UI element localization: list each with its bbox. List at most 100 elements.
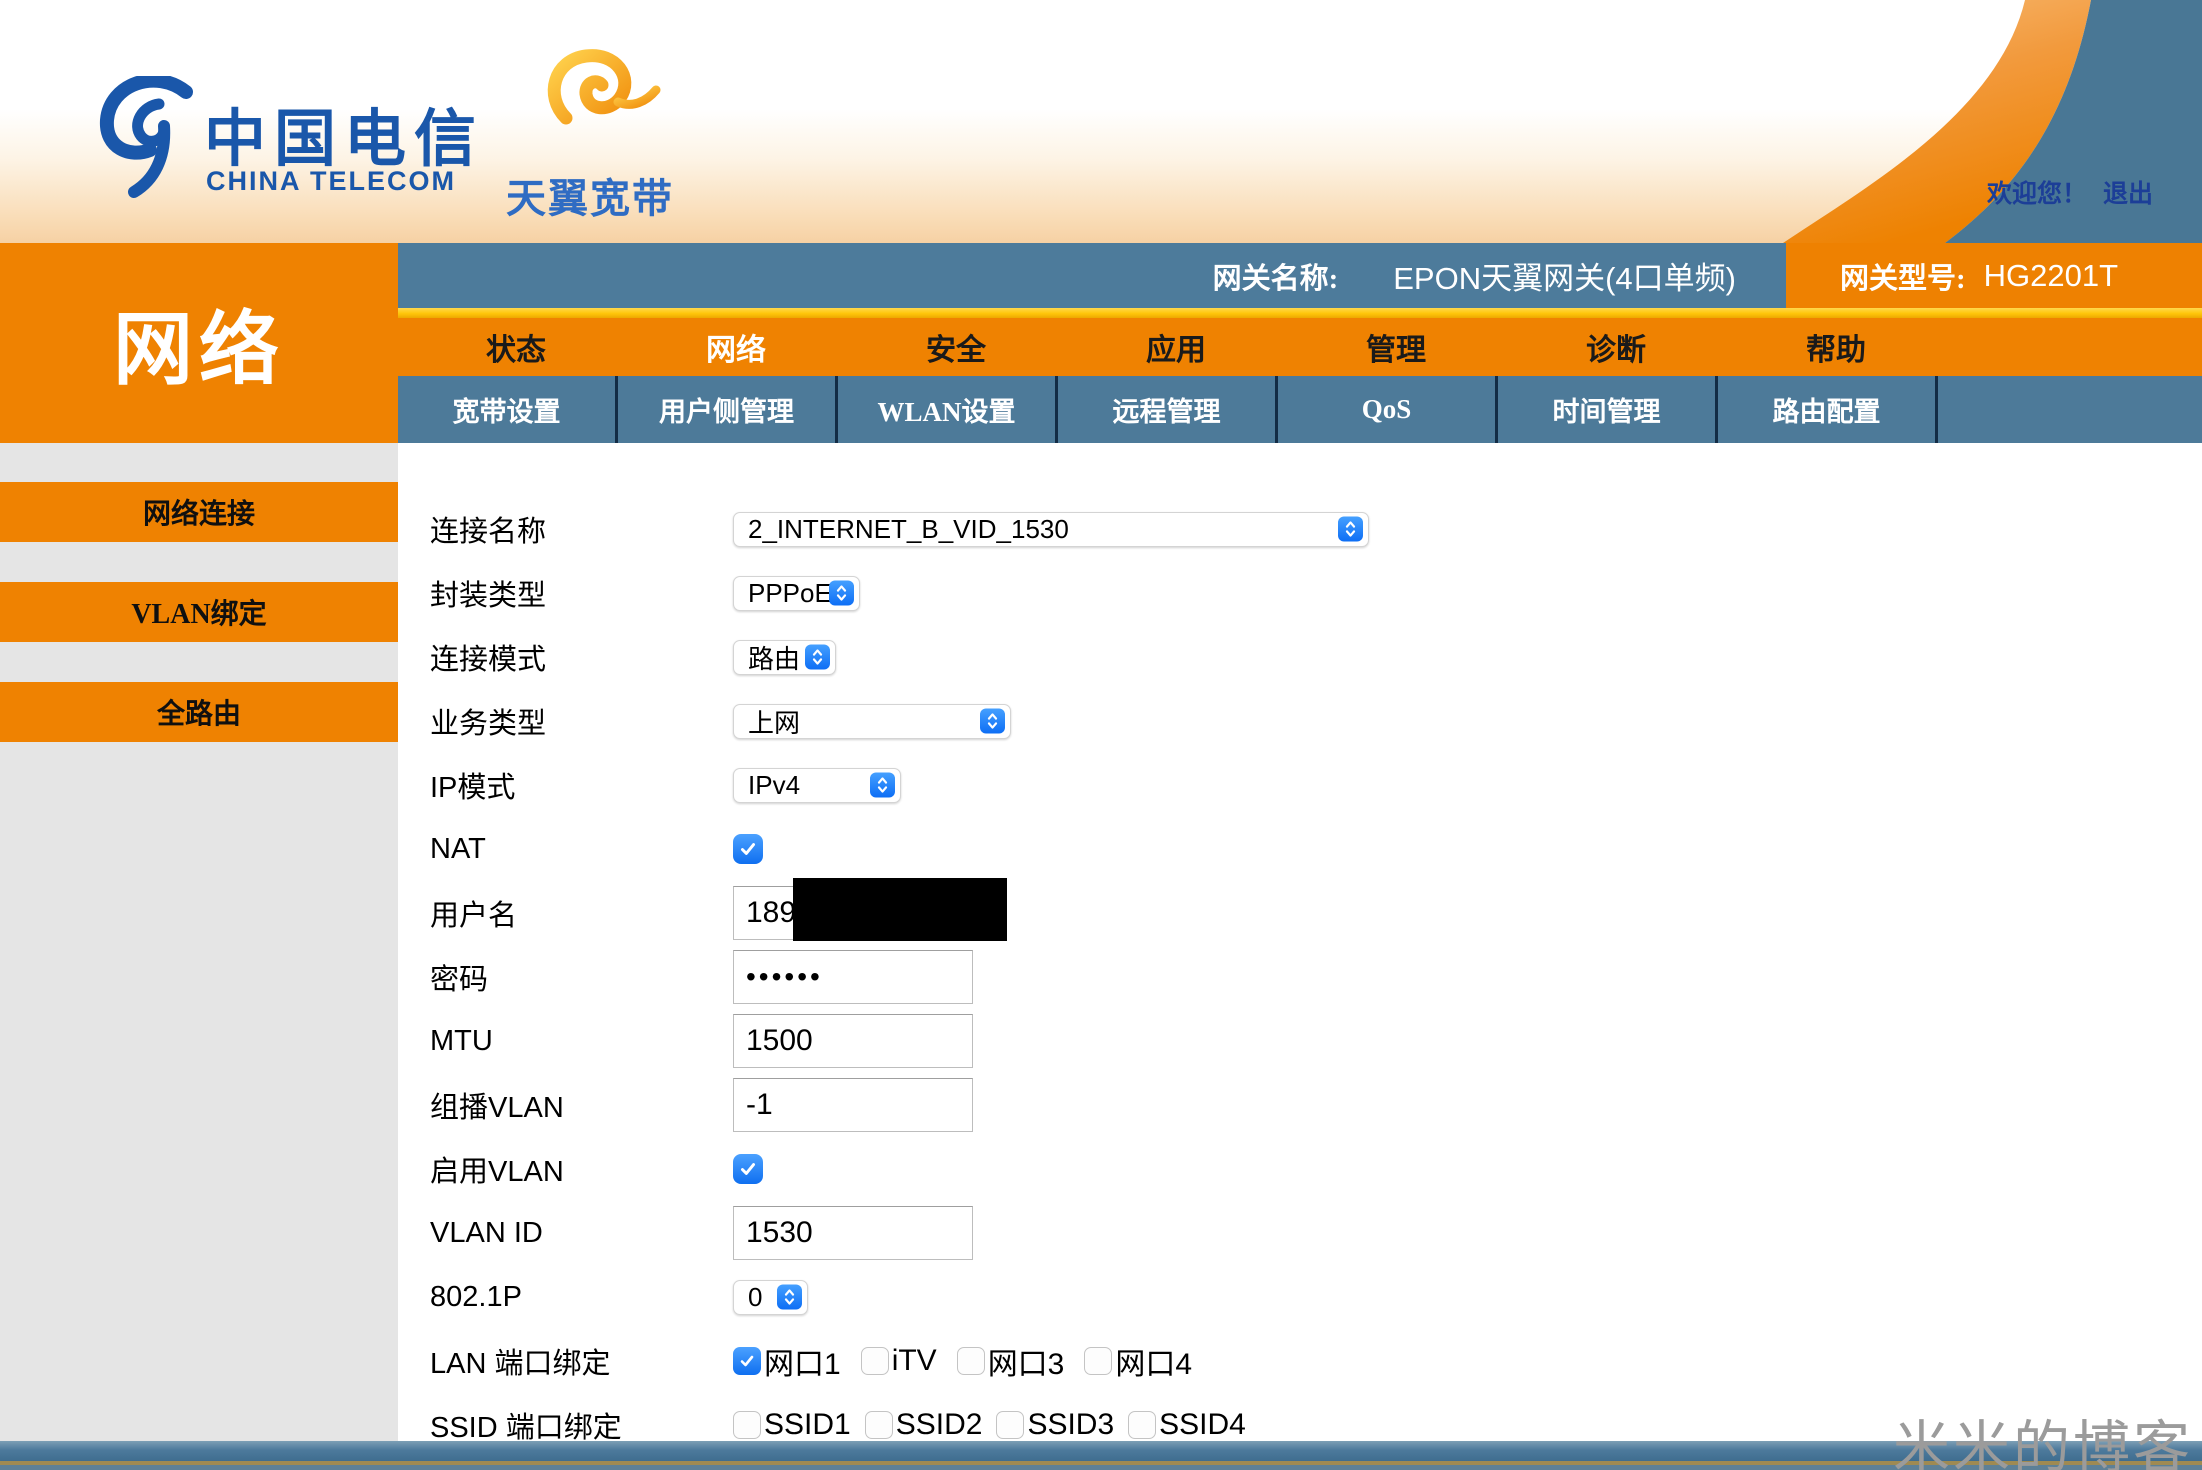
nat-label: NAT [430,833,733,866]
gold-divider [398,308,2202,318]
password-label: 密码 [430,956,733,998]
lan-port4-option[interactable]: 网口4 [1084,1339,1192,1383]
watermark-text: 米米的博客 [1893,1402,2193,1470]
dot1p-select[interactable]: 0 [733,1280,808,1315]
subnav-remote-mgmt[interactable]: 远程管理 [1058,376,1278,443]
sidebar-item-vlan-binding[interactable]: VLAN绑定 [0,582,398,642]
sub-nav: 宽带设置 用户侧管理 WLAN设置 远程管理 QoS 时间管理 路由配置 [398,376,2202,443]
multicast-vlan-row: 组播VLAN -1 [430,1073,1798,1137]
china-telecom-logo-icon [96,76,196,200]
nat-row: NAT [430,817,1798,881]
sidebar-item-network-connection[interactable]: 网络连接 [0,482,398,542]
gateway-name-label: 网关名称: [1213,255,1339,297]
dot1p-label: 802.1P [430,1281,733,1314]
enable-vlan-checkbox[interactable] [733,1154,763,1184]
lan-port4-checkbox[interactable] [1084,1347,1112,1375]
mtu-label: MTU [430,1025,733,1058]
lan-port-binding-label: LAN 端口绑定 [430,1340,733,1382]
ssid1-option[interactable]: SSID1 [733,1408,851,1442]
ssid4-checkbox[interactable] [1128,1411,1156,1439]
tianyi-broadband-logo-text: 天翼宽带 [506,166,674,224]
multicast-vlan-label: 组播VLAN [430,1084,733,1126]
china-telecom-logo-en: CHINA TELECOM [206,166,456,197]
gateway-name-value: EPON天翼网关(4口单频) [1393,253,1736,298]
service-type-label: 业务类型 [430,700,733,742]
gateway-titlebar: 网关名称: EPON天翼网关(4口单频) 网关型号: HG2201T [398,243,2202,308]
subnav-user-side-mgmt[interactable]: 用户侧管理 [618,376,838,443]
enable-vlan-row: 启用VLAN [430,1137,1798,1201]
subnav-broadband-settings[interactable]: 宽带设置 [398,376,618,443]
subnav-wlan-settings[interactable]: WLAN设置 [838,376,1058,443]
sidebar-section-title: 网络 [0,243,398,443]
tab-security[interactable]: 安全 [846,318,1066,376]
ssid3-checkbox[interactable] [996,1411,1024,1439]
select-arrows-icon [777,1285,802,1310]
connection-name-row: 连接名称 2_INTERNET_B_VID_1530 [430,497,1798,561]
tab-diagnosis[interactable]: 诊断 [1506,318,1726,376]
vlan-id-input[interactable]: 1530 [733,1206,973,1260]
select-arrows-icon [870,773,895,798]
select-arrows-icon [980,709,1005,734]
encapsulation-label: 封装类型 [430,572,733,614]
select-arrows-icon [1338,517,1363,542]
bottom-bar-blue [0,1441,2202,1461]
main-nav: 状态 网络 安全 应用 管理 诊断 帮助 [398,318,2202,376]
connection-name-select[interactable]: 2_INTERNET_B_VID_1530 [733,512,1369,547]
itv-option[interactable]: iTV [861,1344,937,1378]
sidebar-item-full-route[interactable]: 全路由 [0,682,398,742]
encapsulation-row: 封装类型 PPPoE [430,561,1798,625]
gateway-model-section: 网关型号: HG2201T [1786,243,2202,308]
nat-checkbox[interactable] [733,834,763,864]
multicast-vlan-input[interactable]: -1 [733,1078,973,1132]
page-header: 中国电信 CHINA TELECOM 天翼宽带 欢迎您！ 退出 [0,0,2202,243]
ssid-binding-label: SSID 端口绑定 [430,1404,733,1446]
service-type-row: 业务类型 上网 [430,689,1798,753]
ssid2-checkbox[interactable] [865,1411,893,1439]
ssid2-option[interactable]: SSID2 [865,1408,983,1442]
select-arrows-icon [829,581,854,606]
tab-management[interactable]: 管理 [1286,318,1506,376]
china-telecom-logo-cn: 中国电信 [204,88,484,178]
tab-network[interactable]: 网络 [626,318,846,376]
password-input[interactable]: •••••• [733,950,973,1004]
tab-help[interactable]: 帮助 [1726,318,1946,376]
tab-application[interactable]: 应用 [1066,318,1286,376]
gateway-name-section: 网关名称: EPON天翼网关(4口单频) [398,243,1786,308]
service-type-select[interactable]: 上网 [733,704,1011,739]
ssid3-option[interactable]: SSID3 [996,1408,1114,1442]
gateway-model-value: HG2201T [1984,258,2118,294]
encapsulation-select[interactable]: PPPoE [733,576,860,611]
mtu-row: MTU 1500 [430,1009,1798,1073]
subnav-route-config[interactable]: 路由配置 [1718,376,1938,443]
logout-link[interactable]: 退出 [2103,181,2153,208]
ssid4-option[interactable]: SSID4 [1128,1408,1246,1442]
vlan-id-label: VLAN ID [430,1217,733,1250]
tab-status[interactable]: 状态 [406,318,626,376]
lan-port1-checkbox[interactable] [733,1347,761,1375]
lan-port1-option[interactable]: 网口1 [733,1339,841,1383]
select-arrows-icon [805,645,830,670]
welcome-area: 欢迎您！ 退出 [1987,174,2153,210]
mtu-input[interactable]: 1500 [733,1014,973,1068]
username-row: 用户名 189 [430,881,1798,945]
username-label: 用户名 [430,892,733,934]
dot1p-row: 802.1P 0 [430,1265,1798,1329]
ip-mode-label: IP模式 [430,764,733,806]
lan-port-binding-row: LAN 端口绑定 网口1 iTV 网口3 网口4 [430,1329,1798,1393]
tianyi-broadband-logo-icon [532,44,662,156]
welcome-text: 欢迎您！ [1987,181,2087,208]
router-admin-page: 中国电信 CHINA TELECOM 天翼宽带 欢迎您！ 退出 网关名称: EPO… [0,0,2202,1470]
subnav-qos[interactable]: QoS [1278,376,1498,443]
ip-mode-select[interactable]: IPv4 [733,768,901,803]
redaction-overlay [793,878,1007,941]
connection-name-label: 连接名称 [430,508,733,550]
subnav-filler [1938,376,2202,443]
ssid1-checkbox[interactable] [733,1411,761,1439]
lan-port3-option[interactable]: 网口3 [957,1339,1065,1383]
lan-port3-checkbox[interactable] [957,1347,985,1375]
bottom-bar-steel-line [0,1465,2202,1470]
enable-vlan-label: 启用VLAN [430,1148,733,1190]
connection-mode-select[interactable]: 路由 [733,640,836,675]
subnav-time-mgmt[interactable]: 时间管理 [1498,376,1718,443]
itv-checkbox[interactable] [861,1347,889,1375]
